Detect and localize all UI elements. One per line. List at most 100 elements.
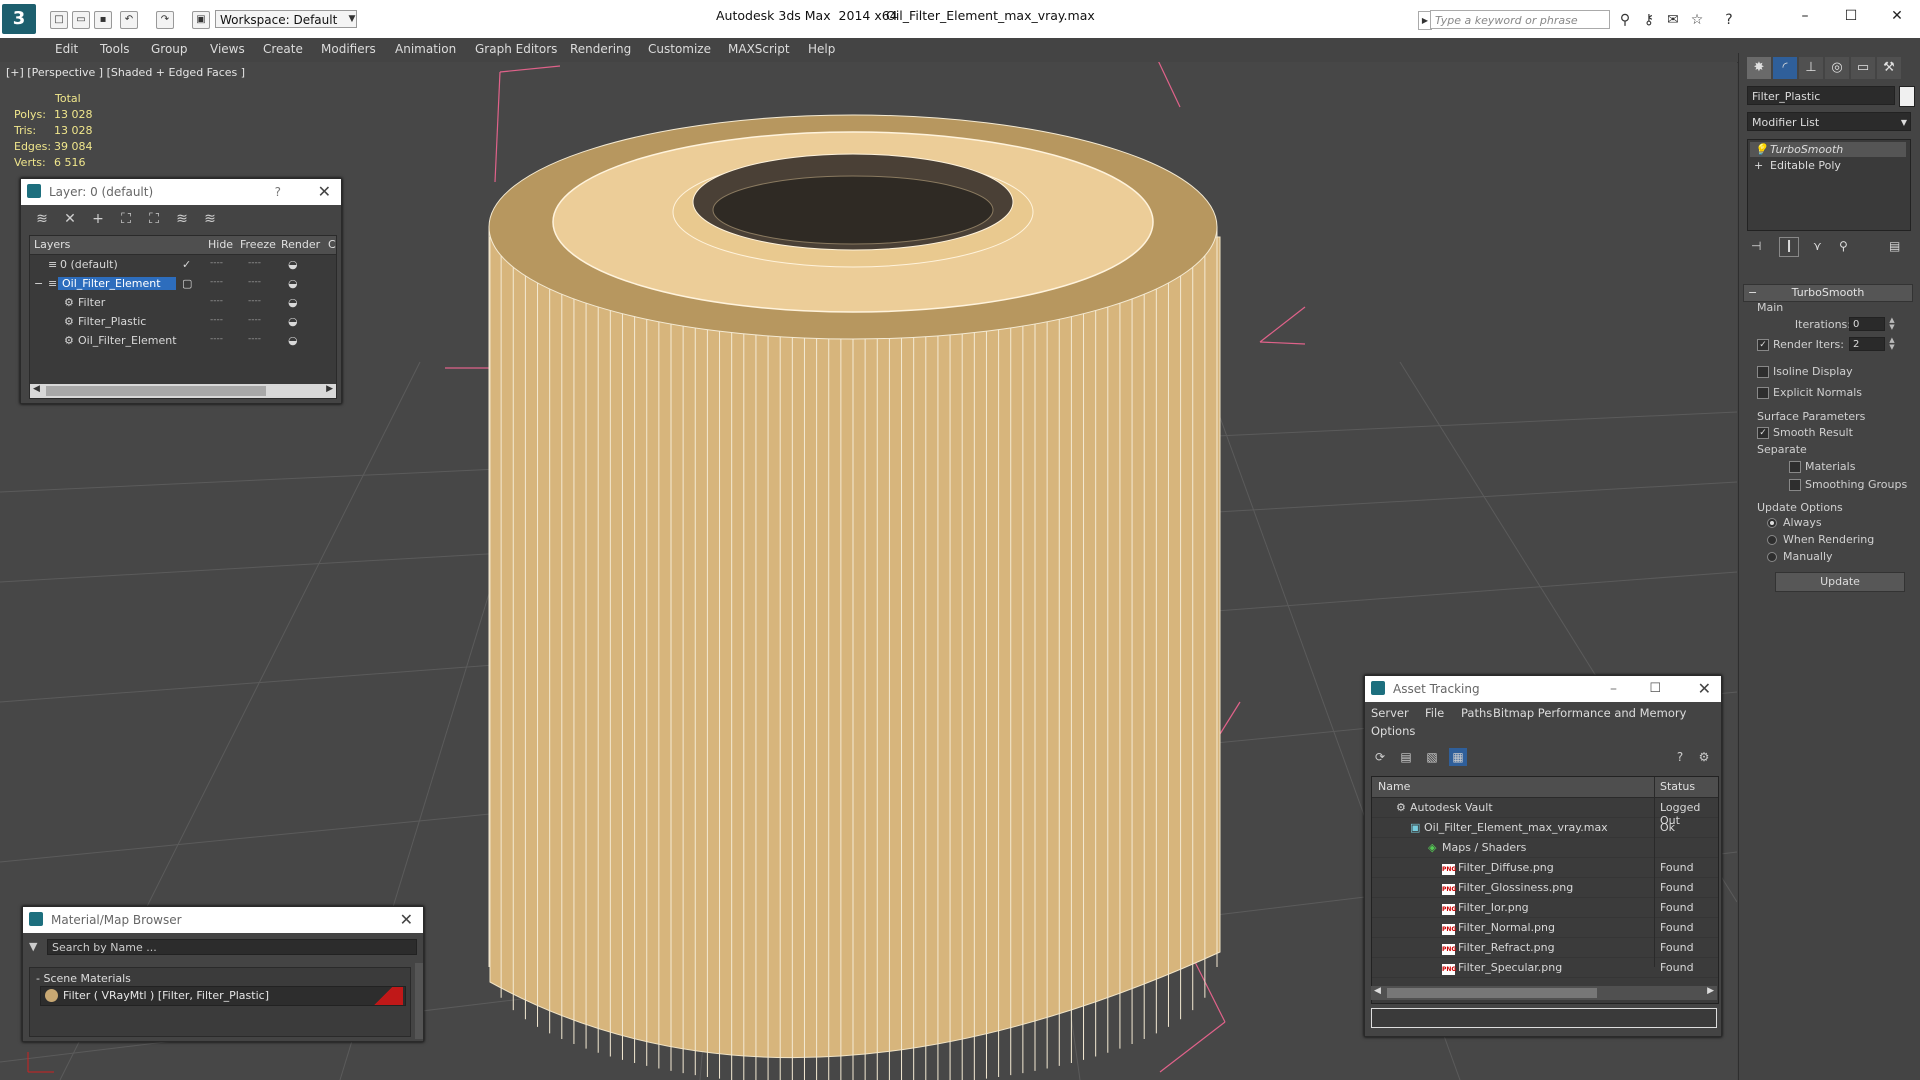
hide-toggle[interactable]: ----: [210, 277, 223, 287]
create-tab-icon[interactable]: ✸: [1747, 57, 1771, 79]
asset-tracking-dialog[interactable]: Asset Tracking – ☐ ✕ Server File Paths B…: [1364, 675, 1722, 1037]
filter-funnel-icon[interactable]: ▼: [29, 940, 37, 953]
minimize-icon[interactable]: –: [1790, 6, 1820, 26]
manually-radio[interactable]: [1767, 552, 1777, 562]
show-end-result-icon[interactable]: ❙: [1779, 237, 1799, 257]
scroll-right-icon[interactable]: ▶: [326, 384, 333, 394]
delete-layer-icon[interactable]: ✕: [61, 210, 79, 228]
smooth-result-checkbox[interactable]: ✓: [1757, 427, 1769, 439]
oil-filter-model[interactable]: [488, 114, 1221, 1080]
column-hide[interactable]: Hide: [208, 238, 233, 251]
material-search-input[interactable]: Search by Name ...: [47, 939, 417, 955]
menu-group[interactable]: Group: [151, 42, 188, 56]
turbosmooth-rollout-header[interactable]: − TurboSmooth: [1743, 284, 1913, 302]
select-objects-icon[interactable]: ⛶: [117, 210, 135, 228]
hide-toggle[interactable]: ----: [210, 315, 223, 325]
table-view-icon[interactable]: ▦: [1449, 748, 1467, 766]
help-icon[interactable]: ?: [275, 179, 281, 205]
binoculars-icon[interactable]: ⚲: [1616, 11, 1634, 29]
material-map-browser[interactable]: Material/Map Browser ✕ ▼ Search by Name …: [22, 906, 424, 1042]
when-rendering-radio[interactable]: [1767, 535, 1777, 545]
scroll-right-icon[interactable]: ▶: [1707, 986, 1714, 996]
spinner-arrows-icon[interactable]: ▲ ▼: [1887, 337, 1897, 351]
minimize-icon[interactable]: –: [1610, 676, 1617, 702]
menu-rendering[interactable]: Rendering: [570, 42, 631, 56]
new-file-icon[interactable]: □: [50, 11, 68, 29]
highlight-layer-icon[interactable]: ⛶: [145, 210, 163, 228]
undo-icon[interactable]: ↶: [120, 11, 138, 29]
stack-item-editable-poly[interactable]: + Editable Poly: [1750, 158, 1906, 173]
asset-row[interactable]: PNG Filter_Refract.png Found: [1372, 938, 1718, 958]
freeze-toggle[interactable]: ----: [248, 296, 261, 306]
asset-row[interactable]: PNG Filter_Specular.png Found: [1372, 958, 1718, 978]
freeze-toggle[interactable]: ----: [248, 315, 261, 325]
workspace-select[interactable]: Workspace: Default: [215, 10, 357, 28]
motion-tab-icon[interactable]: ◎: [1825, 57, 1849, 79]
freeze-toggle[interactable]: ----: [248, 258, 261, 268]
asset-row[interactable]: ▣ Oil_Filter_Element_max_vray.max Ok: [1372, 818, 1718, 838]
layer-row[interactable]: ≡ 0 (default) ✓ ---- ---- ◒: [30, 255, 336, 274]
column-freeze[interactable]: Freeze: [240, 238, 276, 251]
chevron-down-icon[interactable]: ▼: [346, 10, 358, 28]
list-view-icon[interactable]: ▤: [1397, 748, 1415, 766]
always-radio[interactable]: [1767, 518, 1777, 528]
menu-bitmap-performance[interactable]: Bitmap Performance and Memory: [1493, 706, 1686, 720]
expand-icon[interactable]: +: [1754, 158, 1763, 173]
hide-toggle[interactable]: ----: [210, 296, 223, 306]
horizontal-scrollbar[interactable]: ◀ ▶: [30, 384, 336, 398]
configure-sets-icon[interactable]: ▤: [1889, 239, 1900, 253]
freeze-toggle[interactable]: ----: [248, 277, 261, 287]
object-color-swatch[interactable]: [1899, 86, 1915, 107]
app-logo-icon[interactable]: 3: [2, 4, 36, 34]
layer-manager-dialog[interactable]: Layer: 0 (default) ? ✕ ≋ ✕ + ⛶ ⛶ ≋ ≋ Lay…: [20, 178, 342, 404]
save-icon[interactable]: ▪: [94, 11, 112, 29]
scroll-left-icon[interactable]: ◀: [1374, 986, 1381, 996]
menu-options[interactable]: Options: [1371, 724, 1415, 738]
layer-dialog-titlebar[interactable]: Layer: 0 (default) ? ✕: [21, 179, 341, 205]
freeze-all-layers-icon[interactable]: ≋: [201, 210, 219, 228]
render-teapot-icon[interactable]: ◒: [288, 315, 298, 328]
create-layer-icon[interactable]: ≋: [33, 210, 51, 228]
menu-graph-editors[interactable]: Graph Editors: [475, 42, 557, 56]
horizontal-scrollbar[interactable]: ◀ ▶: [1371, 986, 1717, 1000]
menu-file[interactable]: File: [1425, 706, 1444, 720]
layer-row[interactable]: ⚙ Filter ---- ---- ◒: [30, 293, 336, 312]
scroll-left-icon[interactable]: ◀: [33, 384, 40, 394]
explicit-normals-checkbox[interactable]: [1757, 387, 1769, 399]
render-iters-spinner[interactable]: 2: [1849, 337, 1885, 351]
asset-tracking-titlebar[interactable]: Asset Tracking – ☐ ✕: [1365, 676, 1721, 702]
asset-row[interactable]: PNG Filter_Diffuse.png Found: [1372, 858, 1718, 878]
remove-modifier-icon[interactable]: ⚲: [1839, 239, 1848, 253]
menu-modifiers[interactable]: Modifiers: [321, 42, 376, 56]
modify-tab-icon[interactable]: ◜: [1773, 57, 1797, 79]
close-icon[interactable]: ✕: [1882, 6, 1912, 26]
hide-toggle[interactable]: ----: [210, 334, 223, 344]
modifier-list-dropdown[interactable]: Modifier List ▼: [1747, 112, 1911, 131]
redo-icon[interactable]: ↷: [156, 11, 174, 29]
column-render[interactable]: Render: [281, 238, 320, 251]
layer-row[interactable]: − ≡ Oil_Filter_Element ▢ ---- ---- ◒: [30, 274, 336, 293]
help-icon[interactable]: ?: [1720, 11, 1738, 29]
lightbulb-icon[interactable]: 💡: [1754, 142, 1768, 157]
asset-row[interactable]: PNG Filter_Ior.png Found: [1372, 898, 1718, 918]
menu-help[interactable]: Help: [808, 42, 835, 56]
scrollbar-thumb[interactable]: [46, 386, 266, 396]
display-tab-icon[interactable]: ▭: [1851, 57, 1875, 79]
refresh-icon[interactable]: ⟳: [1371, 748, 1389, 766]
layer-row[interactable]: ⚙ Oil_Filter_Element ---- ---- ◒: [30, 331, 336, 350]
key-icon[interactable]: ⚷: [1640, 11, 1658, 29]
render-teapot-icon[interactable]: ◒: [288, 334, 298, 347]
maximize-icon[interactable]: ☐: [1836, 6, 1866, 26]
viewport-label[interactable]: [+] [Perspective ] [Shaded + Edged Faces…: [6, 66, 245, 79]
vertical-scrollbar[interactable]: [415, 963, 423, 1039]
object-name-field[interactable]: Filter_Plastic: [1747, 86, 1895, 105]
search-input[interactable]: Type a keyword or phrase: [1430, 10, 1610, 29]
help-icon[interactable]: ?: [1671, 748, 1689, 766]
close-icon[interactable]: ✕: [318, 179, 331, 205]
asset-row[interactable]: PNG Filter_Glossiness.png Found: [1372, 878, 1718, 898]
column-layers[interactable]: Layers: [34, 238, 70, 251]
favorites-star-icon[interactable]: ☆: [1688, 11, 1706, 29]
thumbnail-view-icon[interactable]: ▧: [1423, 748, 1441, 766]
scrollbar-thumb[interactable]: [1387, 988, 1597, 998]
asset-row[interactable]: ⚙ Autodesk Vault Logged Out: [1372, 798, 1718, 827]
